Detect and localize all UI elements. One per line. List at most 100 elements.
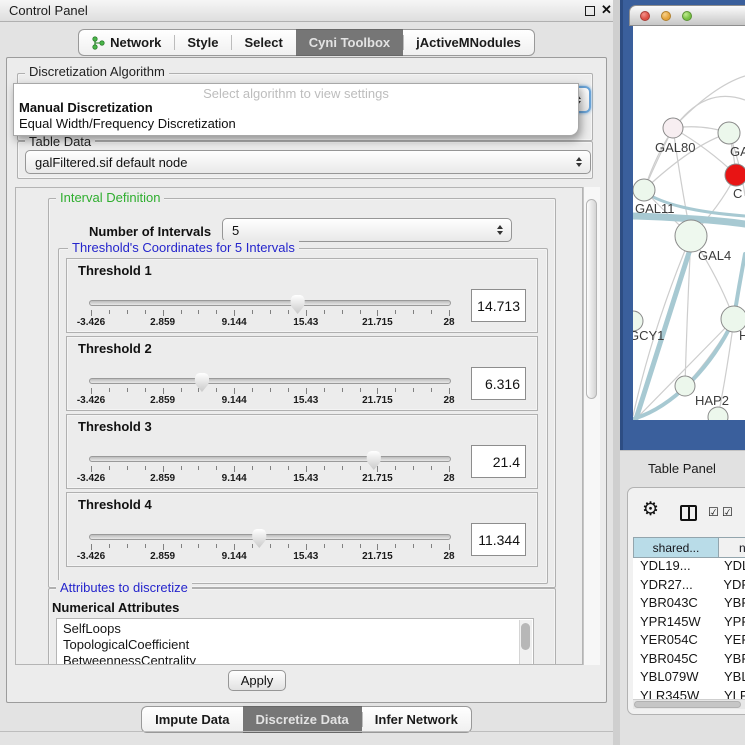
cell-shared-name[interactable]: YBR043C — [633, 595, 719, 614]
cell-shared-name[interactable]: YBL079W — [633, 669, 719, 688]
tab-cyni-toolbox[interactable]: Cyni Toolbox — [296, 29, 403, 56]
network-node-gal11[interactable] — [633, 179, 655, 201]
network-node-c[interactable] — [725, 164, 745, 186]
table-row[interactable]: YBR043CYBR0 — [633, 595, 745, 614]
slider-tick-label: 21.715 — [362, 473, 393, 484]
number-of-intervals-combo[interactable]: 5 — [222, 218, 512, 242]
algorithm-option-equal-width[interactable]: Equal Width/Frequency Discretization — [14, 116, 578, 132]
network-canvas[interactable]: GAL80GACGAL11GAL4GCY1HHAP2 — [633, 26, 745, 420]
mac-minimize-icon[interactable] — [661, 11, 671, 21]
table-row[interactable]: YBL079WYBL0 — [633, 669, 745, 688]
checkbox-checked-icon[interactable]: ☑ — [708, 505, 719, 519]
slider-thumb[interactable] — [194, 373, 209, 392]
slider-tick-label: 2.859 — [150, 317, 175, 328]
slider-tick — [181, 466, 182, 470]
slider-track[interactable] — [89, 378, 451, 384]
slider-tick-label: 9.144 — [222, 551, 247, 562]
control-panel-titlebar: Control Panel ✕ — [0, 0, 613, 22]
threshold-slider[interactable]: -3.4262.8599.14415.4321.71528 — [91, 451, 449, 485]
table-hscrollbar-thumb[interactable] — [634, 701, 741, 708]
slider-track[interactable] — [89, 456, 451, 462]
tab-discretize-data[interactable]: Discretize Data — [243, 706, 362, 733]
list-item[interactable]: BetweennessCentrality — [57, 653, 533, 665]
threshold-value-input[interactable]: 11.344 — [471, 523, 526, 556]
float-window-icon[interactable] — [585, 6, 595, 16]
mac-zoom-icon[interactable] — [682, 11, 692, 21]
threshold-slider[interactable]: -3.4262.8599.14415.4321.71528 — [91, 295, 449, 329]
checkbox-checked-icon[interactable]: ☑ — [722, 505, 733, 519]
threshold-slider[interactable]: -3.4262.8599.14415.4321.71528 — [91, 373, 449, 407]
cell-name[interactable]: YBR0 — [719, 595, 745, 614]
threshold-slider[interactable]: -3.4262.8599.14415.4321.71528 — [91, 529, 449, 563]
table-row[interactable]: YPR145WYPR1 — [633, 614, 745, 633]
slider-tick — [342, 310, 343, 314]
slider-tick — [377, 310, 378, 316]
tab-infer-network[interactable]: Infer Network — [362, 706, 472, 733]
cell-shared-name[interactable]: YPR145W — [633, 614, 719, 633]
gear-icon[interactable]: ⚙ — [642, 500, 659, 519]
tab-select[interactable]: Select — [231, 29, 295, 56]
threshold-value-input[interactable]: 14.713 — [471, 289, 526, 322]
threshold-value-input[interactable]: 6.316 — [471, 367, 526, 400]
close-icon[interactable]: ✕ — [601, 2, 612, 18]
slider-tick — [163, 544, 164, 550]
algorithm-option-manual[interactable]: Manual Discretization — [14, 100, 578, 116]
cell-name[interactable]: YDL1 — [719, 558, 745, 577]
slider-track[interactable] — [89, 534, 451, 540]
cell-shared-name[interactable]: YDR27... — [633, 577, 718, 596]
settings-scrollbar-thumb[interactable] — [586, 199, 597, 399]
numerical-attributes-list[interactable]: SelfLoopsTopologicalCoefficientBetweenne… — [56, 618, 534, 665]
cell-shared-name[interactable]: YBR045C — [633, 651, 719, 670]
tab-jactivemnodules[interactable]: jActiveMNodules — [403, 29, 535, 56]
network-edge[interactable] — [673, 76, 745, 128]
apply-button[interactable]: Apply — [228, 670, 286, 691]
cell-shared-name[interactable]: YER054C — [633, 632, 719, 651]
cyni-toolbox-panel: Discretization Algorithm Select algorith… — [6, 57, 607, 703]
slider-tick — [252, 310, 253, 314]
cell-name[interactable]: YBL0 — [719, 669, 745, 688]
table-data-combo[interactable]: galFiltered.sif default node — [25, 150, 591, 174]
tab-impute-data[interactable]: Impute Data — [141, 706, 242, 733]
mac-close-icon[interactable] — [640, 11, 650, 21]
table-row[interactable]: YDR27...YDR2 — [633, 577, 745, 596]
cell-shared-name[interactable]: YDL19... — [633, 558, 719, 577]
slider-track[interactable] — [89, 300, 451, 306]
slider-thumb[interactable] — [252, 529, 267, 548]
cell-name[interactable]: YBR0 — [719, 651, 745, 670]
slider-tick — [324, 310, 325, 314]
split-columns-icon[interactable] — [680, 505, 697, 521]
slider-tick — [377, 466, 378, 472]
cell-name[interactable]: YPR1 — [719, 614, 745, 633]
slider-tick — [431, 466, 432, 470]
list-item[interactable]: TopologicalCoefficient — [57, 637, 533, 653]
slider-tick — [216, 544, 217, 548]
slider-thumb[interactable] — [290, 295, 305, 314]
table-row[interactable]: YDL19...YDL1 — [633, 558, 745, 577]
slider-tick — [449, 466, 450, 472]
cell-name[interactable]: YER0 — [719, 632, 745, 651]
tab-style[interactable]: Style — [174, 29, 231, 56]
list-item[interactable]: SelfLoops — [57, 621, 533, 637]
slider-tick — [342, 388, 343, 392]
table-row[interactable]: YER054CYER0 — [633, 632, 745, 651]
number-of-intervals-label: Number of Intervals — [89, 224, 211, 239]
column-header-name[interactable]: na — [719, 537, 745, 558]
settings-vertical-scrollbar[interactable] — [583, 187, 600, 665]
network-window-titlebar[interactable] — [629, 5, 745, 26]
table-row[interactable]: YBR045CYBR0 — [633, 651, 745, 670]
slider-thumb[interactable] — [366, 451, 381, 470]
network-node-ga[interactable] — [718, 122, 740, 144]
cell-name[interactable]: YDR2 — [718, 577, 745, 596]
column-header-shared-name[interactable]: shared... — [633, 537, 719, 558]
tab-network[interactable]: Network — [78, 29, 174, 56]
slider-tick — [252, 544, 253, 548]
slider-tick — [127, 466, 128, 470]
table-horizontal-scrollbar[interactable] — [633, 699, 745, 709]
network-node[interactable] — [708, 407, 728, 420]
network-node-hap2[interactable] — [675, 376, 695, 396]
attributes-list-scrollbar[interactable] — [519, 620, 532, 665]
slider-tick-label: 9.144 — [222, 317, 247, 328]
threshold-value-input[interactable]: 21.4 — [471, 445, 526, 478]
attributes-scrollbar-thumb[interactable] — [521, 623, 530, 650]
network-node-gal80[interactable] — [663, 118, 683, 138]
